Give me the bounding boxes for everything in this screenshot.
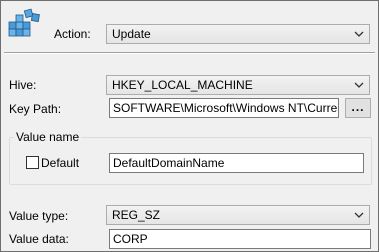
chevron-down-icon	[354, 212, 364, 218]
action-label: Action:	[54, 27, 91, 41]
hive-value: HKEY_LOCAL_MACHINE	[112, 78, 253, 92]
value-name-group-title: Value name	[14, 130, 82, 144]
header-divider	[4, 52, 375, 54]
value-data-value: CORP	[113, 232, 148, 246]
value-data-input[interactable]: CORP	[109, 229, 371, 249]
registry-item-properties-panel: Action: Update Hive: HKEY_LOCAL_MACHINE …	[0, 0, 379, 252]
value-type-dropdown[interactable]: REG_SZ	[106, 205, 370, 225]
key-path-value: SOFTWARE\Microsoft\Windows NT\CurrentVer…	[113, 101, 338, 115]
value-data-label: Value data:	[9, 232, 69, 246]
key-path-label: Key Path:	[9, 102, 62, 116]
value-type-label: Value type:	[9, 209, 69, 223]
action-dropdown[interactable]: Update	[106, 24, 370, 44]
chevron-down-icon	[354, 82, 364, 88]
key-path-input[interactable]: SOFTWARE\Microsoft\Windows NT\CurrentVer…	[109, 98, 339, 118]
hive-label: Hive:	[9, 78, 37, 92]
default-checkbox[interactable]	[26, 156, 39, 169]
action-value: Update	[112, 27, 151, 41]
value-name-value: DefaultDomainName	[113, 156, 225, 170]
value-type-value: REG_SZ	[112, 208, 161, 222]
default-label[interactable]: Default	[41, 155, 79, 171]
chevron-down-icon	[354, 31, 364, 37]
registry-editor-icon	[7, 8, 41, 42]
value-name-input[interactable]: DefaultDomainName	[109, 153, 364, 173]
hive-dropdown[interactable]: HKEY_LOCAL_MACHINE	[106, 75, 370, 95]
browse-key-path-button[interactable]: ...	[345, 98, 371, 118]
